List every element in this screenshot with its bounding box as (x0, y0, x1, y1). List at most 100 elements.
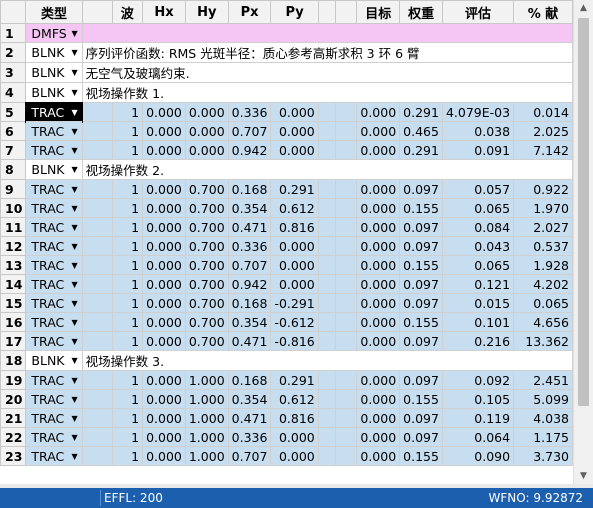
blank-cell[interactable] (81, 331, 113, 351)
operand-type-select[interactable]: TRAC ▼ (25, 274, 83, 294)
py-cell[interactable]: 0.000 (270, 236, 319, 256)
operand-type-select[interactable]: TRAC ▼ (25, 408, 83, 428)
weight-cell[interactable]: 0.291 (399, 140, 443, 160)
blank-cell[interactable] (335, 102, 358, 122)
weight-cell[interactable]: 0.291 (399, 102, 443, 122)
chevron-down-icon[interactable]: ▼ (71, 410, 77, 427)
px-cell[interactable]: 0.354 (227, 389, 272, 409)
weight-cell[interactable]: 0.155 (399, 198, 443, 218)
header-blank-3[interactable] (335, 0, 358, 24)
table-row[interactable]: 20 TRAC ▼ 1 0.000 1.000 0.354 0.612 0.000 0.155 0.… (0, 389, 573, 409)
blank-cell[interactable] (335, 293, 358, 313)
blank-cell[interactable] (317, 408, 337, 428)
blank-cell[interactable] (81, 140, 113, 160)
hx-cell[interactable]: 0.000 (142, 236, 186, 256)
blank-cell[interactable] (335, 389, 358, 409)
px-cell[interactable]: 0.471 (227, 331, 272, 351)
chevron-down-icon[interactable]: ▼ (71, 219, 77, 236)
target-cell[interactable]: 0.000 (356, 236, 401, 256)
hx-cell[interactable]: 0.000 (142, 312, 186, 332)
wave-cell[interactable]: 1 (111, 140, 144, 160)
chevron-down-icon[interactable]: ▼ (71, 44, 77, 62)
operand-type-select[interactable]: TRAC ▼ (25, 217, 83, 237)
blank-cell[interactable] (317, 427, 337, 447)
blank-cell[interactable] (335, 446, 358, 466)
px-cell[interactable]: 0.471 (227, 408, 272, 428)
hy-cell[interactable]: 0.000 (184, 102, 229, 122)
blank-cell[interactable] (335, 274, 358, 294)
px-cell[interactable]: 0.168 (227, 370, 272, 390)
py-cell[interactable]: 0.000 (270, 121, 319, 141)
px-cell[interactable]: 0.471 (227, 217, 272, 237)
chevron-down-icon[interactable]: ▼ (71, 64, 77, 82)
weight-cell[interactable]: 0.097 (399, 370, 443, 390)
blank-cell[interactable] (317, 446, 337, 466)
target-cell[interactable]: 0.000 (356, 255, 401, 275)
hx-cell[interactable]: 0.000 (142, 389, 186, 409)
target-cell[interactable]: 0.000 (356, 312, 401, 332)
py-cell[interactable]: 0.000 (270, 274, 319, 294)
chevron-down-icon[interactable]: ▼ (71, 104, 77, 121)
chevron-down-icon[interactable]: ▼ (71, 429, 77, 446)
target-cell[interactable]: 0.000 (356, 102, 401, 122)
py-cell[interactable]: 0.612 (270, 198, 319, 218)
blank-cell[interactable] (317, 121, 337, 141)
weight-cell[interactable]: 0.155 (399, 446, 443, 466)
wave-cell[interactable]: 1 (111, 427, 144, 447)
blank-cell[interactable] (335, 121, 358, 141)
chevron-down-icon[interactable]: ▼ (71, 257, 77, 274)
py-cell[interactable]: 0.000 (270, 140, 319, 160)
hy-cell[interactable]: 0.700 (184, 236, 229, 256)
hy-cell[interactable]: 1.000 (184, 389, 229, 409)
py-cell[interactable]: 0.816 (270, 217, 319, 237)
hx-cell[interactable]: 0.000 (142, 293, 186, 313)
weight-cell[interactable]: 0.097 (399, 293, 443, 313)
operand-type-select[interactable]: TRAC ▼ (25, 389, 83, 409)
table-row[interactable]: 14 TRAC ▼ 1 0.000 0.700 0.942 0.000 0.000 0.097 0.… (0, 274, 573, 294)
table-row[interactable]: 19 TRAC ▼ 1 0.000 1.000 0.168 0.291 0.000 0.097 0.… (0, 370, 573, 390)
wave-cell[interactable]: 1 (111, 217, 144, 237)
hx-cell[interactable]: 0.000 (142, 427, 186, 447)
px-cell[interactable]: 0.336 (227, 236, 272, 256)
blank-cell[interactable] (81, 293, 113, 313)
px-cell[interactable]: 0.336 (227, 427, 272, 447)
weight-cell[interactable]: 0.097 (399, 427, 443, 447)
hy-cell[interactable]: 0.700 (184, 179, 229, 199)
header-value[interactable]: 评估 (441, 0, 515, 24)
hx-cell[interactable]: 0.000 (142, 140, 186, 160)
target-cell[interactable]: 0.000 (356, 217, 401, 237)
table-row[interactable]: 3 BLNK ▼ 无空气及玻璃约束. (0, 62, 573, 83)
px-cell[interactable]: 0.354 (227, 312, 272, 332)
target-cell[interactable]: 0.000 (356, 179, 401, 199)
hx-cell[interactable]: 0.000 (142, 179, 186, 199)
hy-cell[interactable]: 0.000 (184, 140, 229, 160)
chevron-down-icon[interactable]: ▼ (71, 181, 77, 198)
target-cell[interactable]: 0.000 (356, 389, 401, 409)
hx-cell[interactable]: 0.000 (142, 274, 186, 294)
blank-cell[interactable] (81, 446, 113, 466)
chevron-down-icon[interactable]: ▼ (71, 391, 77, 408)
px-cell[interactable]: 0.707 (227, 121, 272, 141)
blank-cell[interactable] (335, 198, 358, 218)
py-cell[interactable]: 0.000 (270, 102, 319, 122)
hx-cell[interactable]: 0.000 (142, 446, 186, 466)
py-cell[interactable]: 0.291 (270, 179, 319, 199)
operand-type-select[interactable]: BLNK ▼ (25, 159, 83, 180)
table-row[interactable]: 11 TRAC ▼ 1 0.000 0.700 0.471 0.816 0.000 0.097 0.… (0, 217, 573, 237)
table-row[interactable]: 23 TRAC ▼ 1 0.000 1.000 0.707 0.000 0.000 0.155 0.… (0, 446, 573, 466)
wave-cell[interactable]: 1 (111, 446, 144, 466)
header-hy[interactable]: Hy (184, 0, 229, 24)
hy-cell[interactable]: 0.000 (184, 121, 229, 141)
header-type[interactable]: 类型 (25, 0, 83, 24)
chevron-down-icon[interactable]: ▼ (71, 372, 77, 389)
operand-type-select[interactable]: TRAC ▼ (25, 312, 83, 332)
wave-cell[interactable]: 1 (111, 121, 144, 141)
weight-cell[interactable]: 0.097 (399, 179, 443, 199)
target-cell[interactable]: 0.000 (356, 293, 401, 313)
weight-cell[interactable]: 0.097 (399, 274, 443, 294)
table-row[interactable]: 1 DMFS ▼ (0, 23, 573, 43)
hx-cell[interactable]: 0.000 (142, 198, 186, 218)
blank-cell[interactable] (335, 179, 358, 199)
px-cell[interactable]: 0.707 (227, 446, 272, 466)
wave-cell[interactable]: 1 (111, 179, 144, 199)
